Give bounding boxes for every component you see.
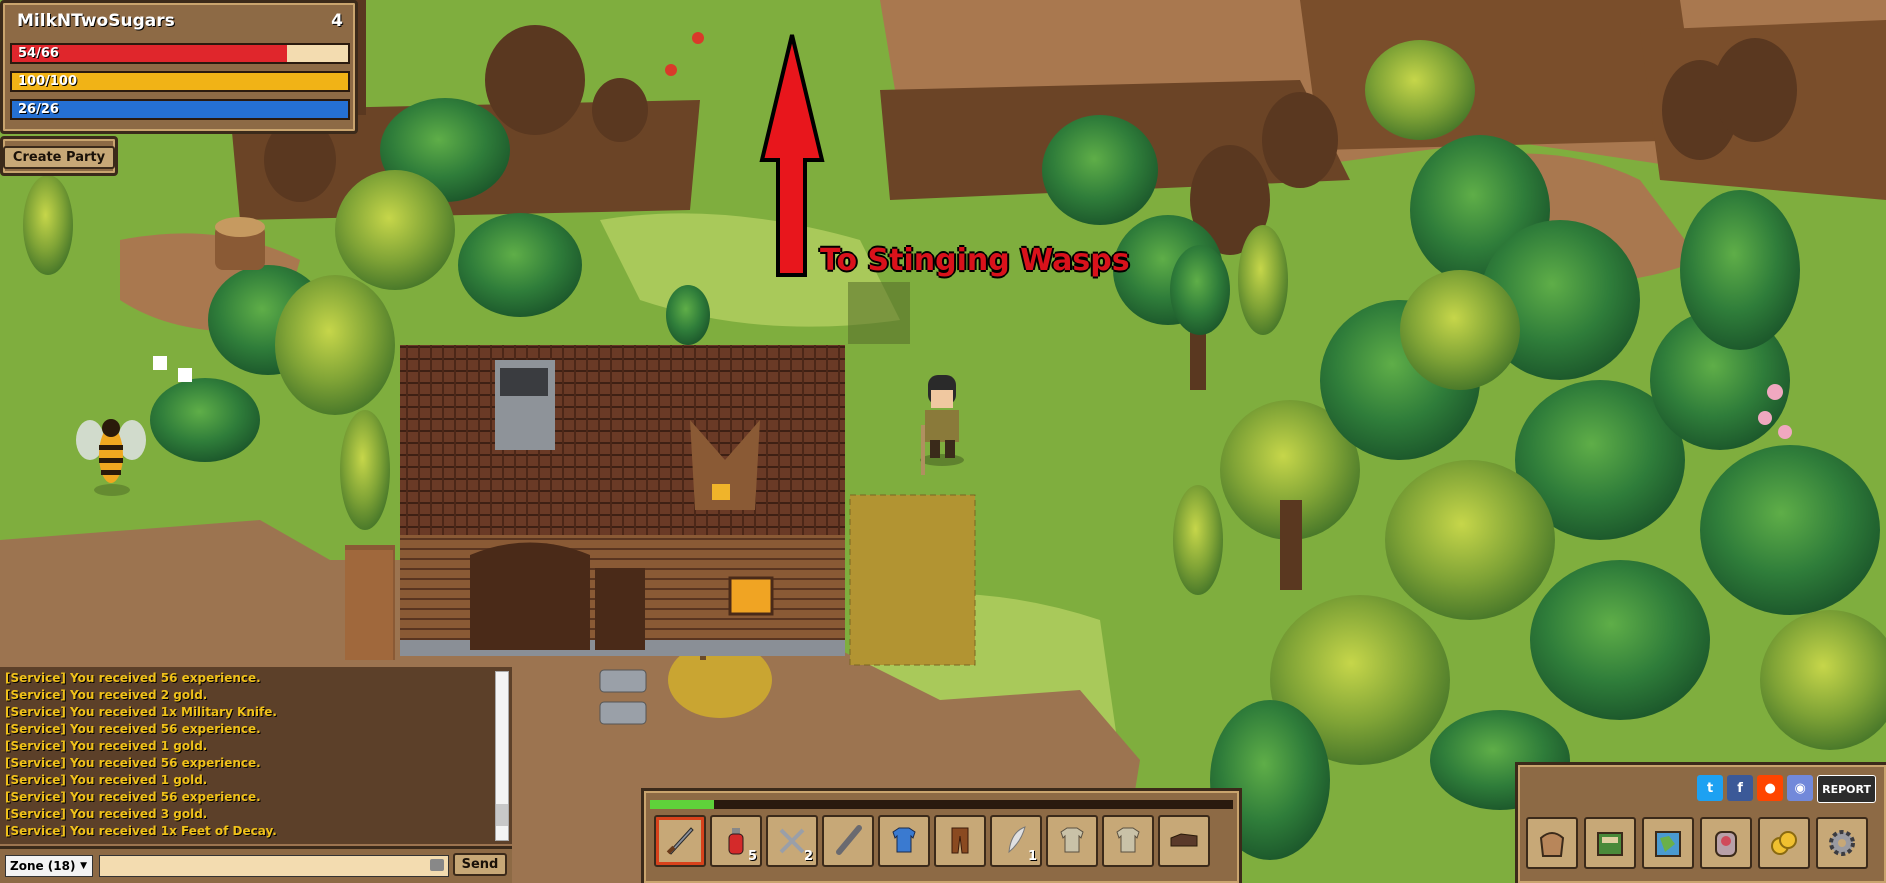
chat-input[interactable] xyxy=(99,855,449,877)
report-button[interactable]: REPORT xyxy=(1817,775,1876,803)
chat-channel-label: Zone (18) xyxy=(10,859,76,873)
chat-message: [Service] You received 56 experience. xyxy=(5,756,261,770)
mana-bar: 26/26 xyxy=(10,99,350,120)
slot-count: 5 xyxy=(747,849,757,864)
social-links: t f ● ◉ REPORT xyxy=(1697,775,1876,803)
chat-log[interactable]: [Service] You received 56 experience. [Se… xyxy=(0,667,512,844)
mana-bar-fill xyxy=(12,101,348,118)
shirt-icon xyxy=(1055,822,1089,860)
leather-pants-icon xyxy=(943,822,977,860)
report-button-label: REPORT xyxy=(1822,782,1871,796)
experience-bar-fill xyxy=(650,800,715,809)
chat-message: [Service] You received 1x Military Knife… xyxy=(5,705,277,719)
hotbar-slot[interactable] xyxy=(1158,815,1210,867)
health-bar: 54/66 xyxy=(10,43,350,64)
hotbar-slot[interactable] xyxy=(1046,815,1098,867)
keyboard-icon[interactable] xyxy=(430,859,444,871)
boots-icon xyxy=(1167,822,1201,860)
create-party-button[interactable]: Create Party xyxy=(3,146,115,169)
hotbar-slot[interactable] xyxy=(934,815,986,867)
food-text: 100/100 xyxy=(18,74,78,89)
hotbar-slot[interactable] xyxy=(1102,815,1154,867)
chat-input-bar: Zone (18) ▼ Send xyxy=(0,846,512,883)
food-bar: 100/100 xyxy=(10,71,350,92)
hotbar-slot[interactable] xyxy=(654,815,706,867)
menu-buttons xyxy=(1526,817,1868,869)
twitter-icon[interactable]: t xyxy=(1697,775,1724,801)
chat-scroll-thumb[interactable] xyxy=(496,804,508,826)
chat-message: [Service] You received 2 gold. xyxy=(5,688,208,702)
chat-scrollbar[interactable] xyxy=(495,671,509,841)
chat-message: [Service] You received 56 experience. xyxy=(5,671,261,685)
slot-count: 1 xyxy=(1027,849,1037,864)
discord-icon[interactable]: ◉ xyxy=(1787,775,1814,801)
chat-message: [Service] You received 1 gold. xyxy=(5,739,208,753)
facebook-icon[interactable]: f xyxy=(1727,775,1754,801)
hotbar-slot[interactable]: 1 xyxy=(990,815,1042,867)
create-party-panel: Create Party xyxy=(0,136,118,176)
gold-coins-icon[interactable] xyxy=(1758,817,1810,869)
chevron-down-icon: ▼ xyxy=(80,861,87,871)
hotbar-slot[interactable]: 2 xyxy=(766,815,818,867)
chat-message: [Service] You received 56 experience. xyxy=(5,722,261,736)
shirt-icon xyxy=(1111,822,1145,860)
world-map-icon[interactable] xyxy=(1642,817,1694,869)
health-text: 54/66 xyxy=(18,46,59,61)
chat-channel-select[interactable]: Zone (18) ▼ xyxy=(5,855,93,877)
reddit-icon[interactable]: ● xyxy=(1757,775,1784,801)
spellbook-icon[interactable] xyxy=(1584,817,1636,869)
settings-gear-icon[interactable] xyxy=(1816,817,1868,869)
chat-lines: [Service] You received 56 experience. [Se… xyxy=(0,670,512,840)
send-button[interactable]: Send xyxy=(453,853,507,879)
send-button-label: Send xyxy=(453,853,507,876)
chat-message: [Service] You received 3 gold. xyxy=(5,807,208,821)
hotbar-slots: 5 2 1 xyxy=(654,815,1210,867)
hotbar-slot[interactable]: 5 xyxy=(710,815,762,867)
slot-count: 2 xyxy=(803,849,813,864)
club-icon xyxy=(831,822,865,860)
player-level: 4 xyxy=(331,11,343,31)
main-menu-panel: t f ● ◉ REPORT xyxy=(1515,762,1886,883)
inventory-bag-icon[interactable] xyxy=(1526,817,1578,869)
hotbar-slot[interactable] xyxy=(878,815,930,867)
player-status-panel: MilkNTwoSugars 4 54/66 100/100 26/26 xyxy=(0,0,358,134)
mana-text: 26/26 xyxy=(18,102,59,117)
chat-message: [Service] You received 56 experience. xyxy=(5,790,261,804)
experience-bar xyxy=(650,800,1233,809)
chat-message: [Service] You received 1x Feet of Decay. xyxy=(5,824,277,838)
character-equipment-icon[interactable] xyxy=(1700,817,1752,869)
player-name: MilkNTwoSugars xyxy=(17,11,175,31)
chat-message: [Service] You received 1 gold. xyxy=(5,773,208,787)
sword-icon xyxy=(663,822,697,860)
blue-shirt-icon xyxy=(887,822,921,860)
hotbar: 5 2 1 xyxy=(641,788,1242,883)
hotbar-slot[interactable] xyxy=(822,815,874,867)
map-direction-sign: To Stinging Wasps xyxy=(820,243,1130,278)
